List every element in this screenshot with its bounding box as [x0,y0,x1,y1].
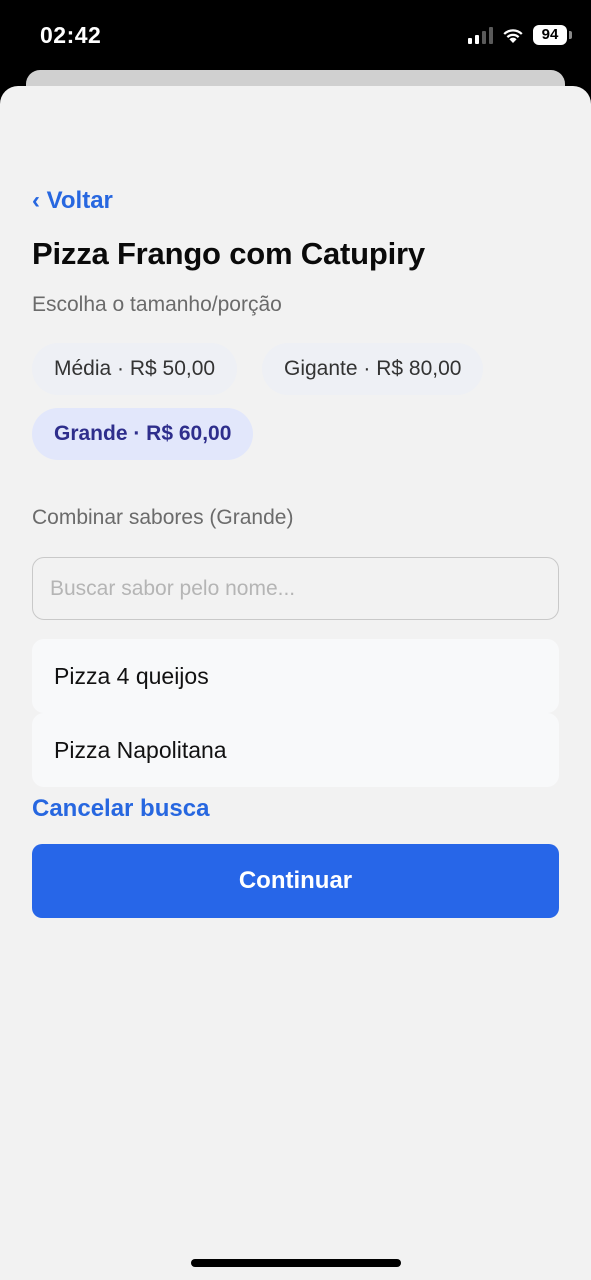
flavor-result-item[interactable]: Pizza Napolitana [32,713,559,787]
size-option-grande[interactable]: Grande · R$ 60,00 [32,408,254,460]
back-link[interactable]: ‹ Voltar [32,187,113,215]
battery-icon: 94 [533,25,572,45]
status-bar: 02:42 94 [0,0,591,70]
continue-button[interactable]: Continuar [32,844,559,918]
size-option-gigante[interactable]: Gigante · R$ 80,00 [262,343,484,395]
flavor-result-item[interactable]: Pizza 4 queijos [32,639,559,713]
size-option-media[interactable]: Média · R$ 50,00 [32,343,238,395]
product-title: Pizza Frango com Catupiry [32,236,425,271]
home-indicator [191,1259,401,1267]
bottom-sheet: ‹ Voltar Pizza Frango com Catupiry Escol… [0,86,591,1280]
combine-flavors-label: Combinar sabores (Grande) [32,506,294,529]
status-time: 02:42 [40,22,102,48]
wifi-icon [503,29,523,43]
size-prompt: Escolha o tamanho/porção [32,293,282,316]
cancel-search-link[interactable]: Cancelar busca [32,795,209,823]
flavor-search-input[interactable] [32,557,559,620]
cellular-signal-icon [468,26,493,44]
status-icons: 94 [468,25,572,45]
